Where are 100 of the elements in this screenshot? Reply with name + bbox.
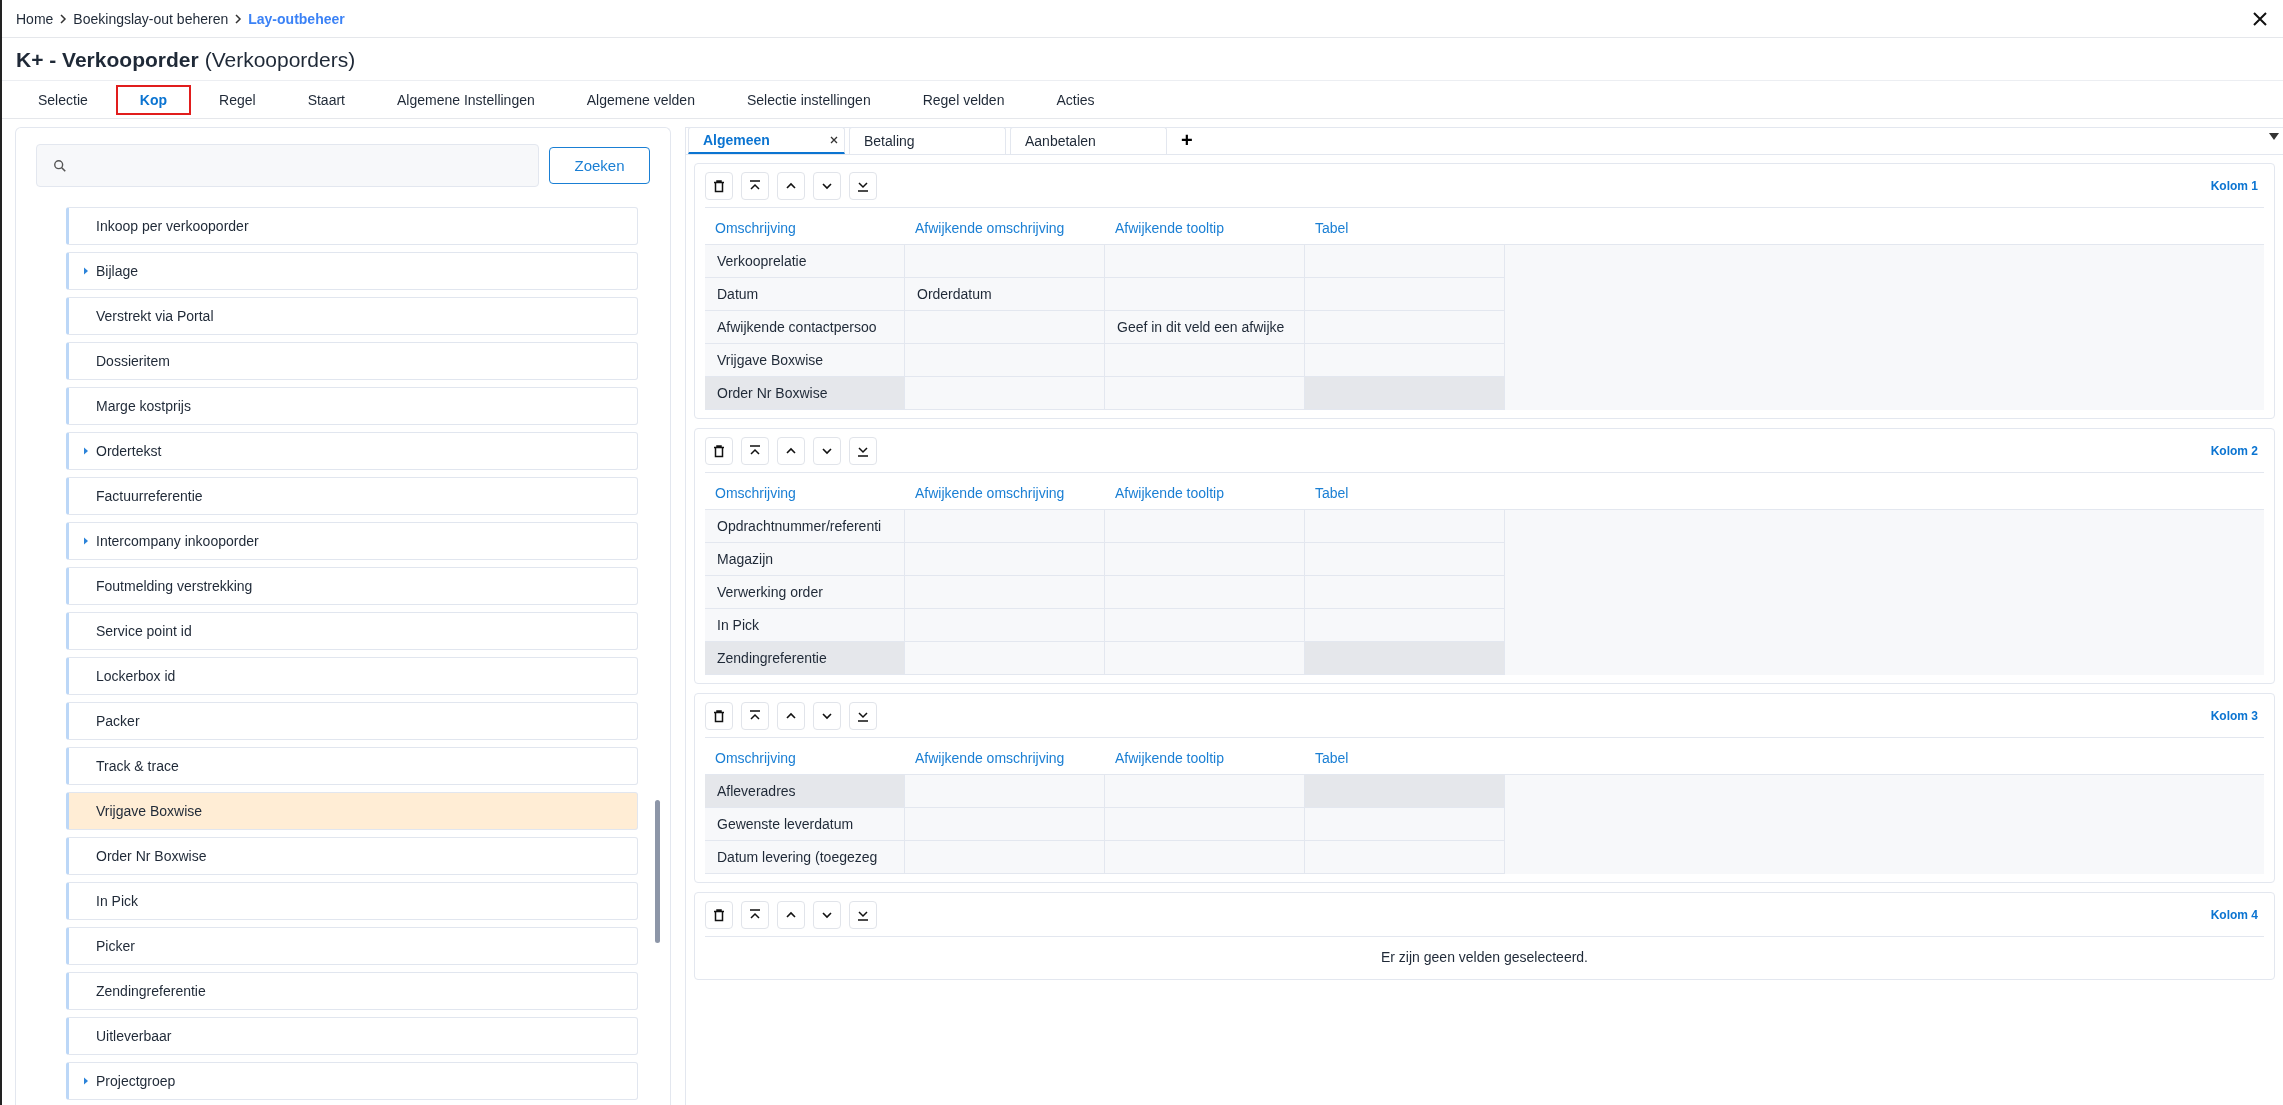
table-cell[interactable]: Datum levering (toegezeg <box>705 841 905 874</box>
field-list-item[interactable]: Foutmelding verstrekking <box>66 567 638 605</box>
field-list-item[interactable]: Order Nr Boxwise <box>66 837 638 875</box>
layout-tab-label[interactable]: Betaling <box>864 133 915 149</box>
layout-tab-label[interactable]: Algemeen <box>703 132 770 148</box>
field-list-item[interactable]: Zendingreferentie <box>66 972 638 1010</box>
table-cell[interactable]: Afwijkende contactpersoo <box>705 311 905 344</box>
table-cell[interactable] <box>1105 245 1305 278</box>
table-cell[interactable]: Verwerking order <box>705 576 905 609</box>
tab[interactable]: Regel velden <box>898 84 1029 115</box>
scrollbar[interactable] <box>655 800 660 943</box>
table-cell[interactable] <box>1105 775 1305 808</box>
column-title-link[interactable]: Kolom 3 <box>2210 709 2258 723</box>
table-cell[interactable]: Datum <box>705 278 905 311</box>
move-bottom-button[interactable] <box>849 901 877 929</box>
field-list-item[interactable]: Projectgroep <box>66 1062 638 1100</box>
add-tab-button[interactable]: + <box>1171 127 1203 154</box>
field-list-item[interactable]: Lockerbox id <box>66 657 638 695</box>
table-cell[interactable]: Vrijgave Boxwise <box>705 344 905 377</box>
table-cell[interactable] <box>1105 377 1305 410</box>
layout-tab-label[interactable]: Aanbetalen <box>1025 133 1096 149</box>
field-list-item[interactable]: Verstrekt via Portal <box>66 297 638 335</box>
field-list-item[interactable]: Vrijgave Boxwise <box>66 792 638 830</box>
field-list-item[interactable]: Inkoop per verkooporder <box>66 207 638 245</box>
move-bottom-button[interactable] <box>849 702 877 730</box>
tab[interactable]: Algemene velden <box>562 84 719 115</box>
table-cell[interactable]: Zendingreferentie <box>705 642 905 675</box>
table-cell[interactable]: Verkooprelatie <box>705 245 905 278</box>
move-up-button[interactable] <box>777 901 805 929</box>
tab[interactable]: Acties <box>1032 84 1119 115</box>
column-title-link[interactable]: Kolom 1 <box>2210 179 2258 193</box>
tab[interactable]: Algemene Instellingen <box>373 84 559 115</box>
layout-tab[interactable]: Algemeen <box>688 127 845 154</box>
delete-button[interactable] <box>705 901 733 929</box>
field-list-item[interactable]: Dossieritem <box>66 342 638 380</box>
table-cell[interactable] <box>1305 642 1505 675</box>
move-down-button[interactable] <box>813 172 841 200</box>
field-list-item[interactable]: Service point id <box>66 612 638 650</box>
column-title-link[interactable]: Kolom 2 <box>2210 444 2258 458</box>
field-list-item[interactable]: Intercompany inkooporder <box>66 522 638 560</box>
table-cell[interactable]: In Pick <box>705 609 905 642</box>
table-cell[interactable] <box>1305 841 1505 874</box>
close-button[interactable] <box>2251 9 2269 28</box>
move-down-button[interactable] <box>813 437 841 465</box>
table-cell[interactable] <box>1305 245 1505 278</box>
table-cell[interactable]: Afleveradres <box>705 775 905 808</box>
breadcrumb-link[interactable]: Boekingslay-out beheren <box>73 10 229 27</box>
table-cell[interactable]: Gewenste leverdatum <box>705 808 905 841</box>
tab[interactable]: Staart <box>283 84 369 115</box>
breadcrumb-link[interactable]: Home <box>16 10 54 27</box>
move-top-button[interactable] <box>741 901 769 929</box>
table-cell[interactable]: Opdrachtnummer/referenti <box>705 510 905 543</box>
move-top-button[interactable] <box>741 172 769 200</box>
field-list-item[interactable]: Marge kostprijs <box>66 387 638 425</box>
table-cell[interactable] <box>1105 841 1305 874</box>
table-cell[interactable] <box>905 642 1105 675</box>
field-list-item[interactable]: Picker <box>66 927 638 965</box>
caret-down-icon[interactable] <box>2269 132 2279 140</box>
search-field[interactable] <box>36 144 539 187</box>
table-cell[interactable] <box>1305 775 1505 808</box>
move-up-button[interactable] <box>777 172 805 200</box>
move-bottom-button[interactable] <box>849 437 877 465</box>
table-cell[interactable] <box>905 841 1105 874</box>
close-icon[interactable] <box>830 136 838 144</box>
field-list-item[interactable]: In Pick <box>66 882 638 920</box>
field-list-item[interactable]: Uitleverbaar <box>66 1017 638 1055</box>
field-list-item[interactable]: Ordertekst <box>66 432 638 470</box>
field-list-item[interactable]: Packer <box>66 702 638 740</box>
table-cell[interactable] <box>905 775 1105 808</box>
table-cell[interactable] <box>1305 510 1505 543</box>
table-cell[interactable]: Magazijn <box>705 543 905 576</box>
layout-tab[interactable]: Betaling <box>849 127 1006 154</box>
table-cell[interactable] <box>1105 642 1305 675</box>
layout-tab[interactable]: Aanbetalen <box>1010 127 1167 154</box>
table-cell[interactable]: Order Nr Boxwise <box>705 377 905 410</box>
field-list-item[interactable]: Factuurreferentie <box>66 477 638 515</box>
table-cell[interactable] <box>905 245 1105 278</box>
tab[interactable]: Kop <box>115 84 192 115</box>
table-cell[interactable] <box>905 377 1105 410</box>
table-cell[interactable] <box>905 510 1105 543</box>
field-list-item[interactable]: Track & trace <box>66 747 638 785</box>
delete-button[interactable] <box>705 172 733 200</box>
table-cell[interactable]: Geef in dit veld een afwijke <box>1105 311 1305 344</box>
move-up-button[interactable] <box>777 437 805 465</box>
tab[interactable]: Regel <box>195 84 280 115</box>
move-top-button[interactable] <box>741 702 769 730</box>
tab[interactable]: Selectie <box>14 84 112 115</box>
move-down-button[interactable] <box>813 901 841 929</box>
delete-button[interactable] <box>705 437 733 465</box>
table-cell[interactable] <box>1105 510 1305 543</box>
move-top-button[interactable] <box>741 437 769 465</box>
table-cell[interactable] <box>1305 377 1505 410</box>
move-up-button[interactable] <box>777 702 805 730</box>
move-down-button[interactable] <box>813 702 841 730</box>
column-title-link[interactable]: Kolom 4 <box>2210 908 2258 922</box>
move-bottom-button[interactable] <box>849 172 877 200</box>
table-cell[interactable]: Orderdatum <box>905 278 1105 311</box>
tab[interactable]: Selectie instellingen <box>722 84 895 115</box>
delete-button[interactable] <box>705 702 733 730</box>
search-button[interactable]: Zoeken <box>549 147 650 184</box>
